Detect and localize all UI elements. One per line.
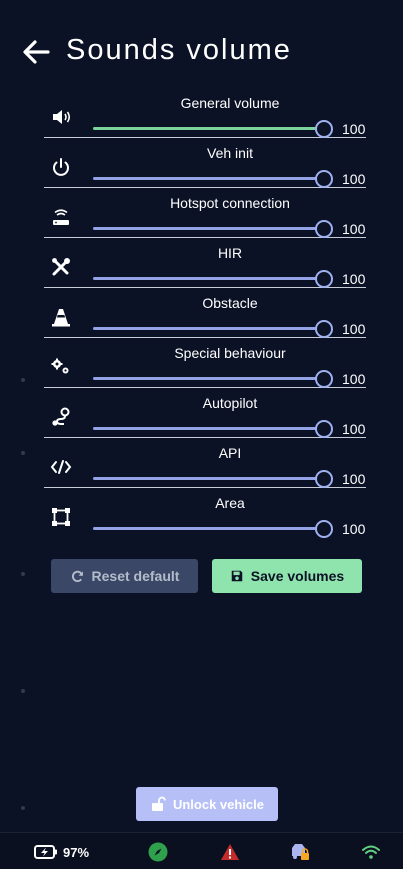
- volume-value: 100: [342, 521, 366, 537]
- unlock-vehicle-label: Unlock vehicle: [172, 796, 265, 812]
- volume-slider-track[interactable]: [93, 377, 324, 380]
- edge-dot: [21, 806, 25, 810]
- warning-icon[interactable]: [220, 842, 240, 862]
- vehicle-locked-icon[interactable]: [289, 842, 311, 862]
- save-volumes-label: Save volumes: [250, 568, 345, 584]
- traffic-cone-icon: [50, 306, 72, 328]
- volume-label: Obstacle: [202, 295, 258, 311]
- volume-value: 100: [342, 271, 366, 287]
- volume-label: Special behaviour: [174, 345, 286, 361]
- area-icon: [50, 506, 72, 528]
- volume-value: 100: [342, 121, 366, 137]
- volume-label: General volume: [180, 95, 280, 111]
- volume-slider-thumb[interactable]: [315, 420, 333, 438]
- volume-slider-thumb[interactable]: [315, 120, 333, 138]
- volume-slider-thumb[interactable]: [315, 520, 333, 538]
- volume-value: 100: [342, 371, 366, 387]
- edge-dot: [21, 378, 25, 382]
- reset-default-button[interactable]: Reset default: [51, 559, 198, 593]
- volume-slider-thumb[interactable]: [315, 270, 333, 288]
- volume-row-general: General volume 100: [44, 88, 366, 138]
- speaker-icon: [50, 106, 72, 128]
- power-icon: [50, 156, 72, 178]
- volume-label: Veh init: [207, 145, 253, 161]
- volume-row-veh-init: Veh init 100: [44, 138, 366, 188]
- volume-slider-thumb[interactable]: [315, 370, 333, 388]
- gears-icon: [50, 356, 72, 378]
- route-icon: [50, 406, 72, 428]
- volume-row-hir: HIR 100: [44, 238, 366, 288]
- volume-row-autopilot: Autopilot 100: [44, 388, 366, 438]
- volume-slider-thumb[interactable]: [315, 220, 333, 238]
- volume-slider-track[interactable]: [93, 427, 324, 430]
- volume-label: API: [218, 445, 242, 461]
- header: Sounds volume: [0, 0, 403, 100]
- edge-dot: [21, 451, 25, 455]
- volume-slider-track[interactable]: [93, 277, 324, 280]
- arrow-left-icon[interactable]: [20, 36, 52, 68]
- volume-list: General volume 100 Veh init 100 Hotspot …: [44, 88, 366, 538]
- unlock-vehicle-button[interactable]: Unlock vehicle: [136, 787, 278, 821]
- volume-row-api: API 100: [44, 438, 366, 488]
- volume-slider-track[interactable]: [93, 477, 324, 480]
- volume-value: 100: [342, 471, 366, 487]
- floppy-disk-icon: [231, 570, 243, 582]
- volume-value: 100: [342, 321, 366, 337]
- volume-slider-track[interactable]: [93, 327, 324, 330]
- page-title: Sounds volume: [66, 34, 292, 66]
- volume-slider-track[interactable]: [93, 227, 324, 230]
- volume-slider-track[interactable]: [93, 527, 324, 530]
- volume-label: Autopilot: [202, 395, 258, 411]
- save-volumes-button[interactable]: Save volumes: [212, 559, 362, 593]
- volume-slider-thumb[interactable]: [315, 470, 333, 488]
- compass-icon[interactable]: [148, 842, 168, 862]
- volume-row-special-behaviour: Special behaviour 100: [44, 338, 366, 388]
- volume-slider-track[interactable]: [93, 177, 324, 180]
- volume-value: 100: [342, 221, 366, 237]
- volume-label: Area: [215, 495, 245, 511]
- volume-row-obstacle: Obstacle 100: [44, 288, 366, 338]
- edge-dot: [21, 689, 25, 693]
- code-icon: [50, 456, 72, 478]
- unlock-icon: [151, 796, 166, 811]
- wifi-icon[interactable]: [361, 842, 381, 862]
- reset-default-label: Reset default: [91, 568, 180, 584]
- battery-status: 97%: [34, 842, 89, 862]
- volume-slider-thumb[interactable]: [315, 170, 333, 188]
- battery-charging-icon: [34, 845, 57, 859]
- edge-dot: [21, 572, 25, 576]
- volume-label: Hotspot connection: [170, 195, 290, 211]
- volume-row-hotspot: Hotspot connection 100: [44, 188, 366, 238]
- volume-value: 100: [342, 171, 366, 187]
- refresh-icon: [71, 570, 83, 582]
- volume-slider-track[interactable]: [93, 127, 324, 130]
- router-icon: [50, 206, 72, 228]
- volume-slider-thumb[interactable]: [315, 320, 333, 338]
- status-bar: 97%: [0, 832, 403, 869]
- volume-value: 100: [342, 421, 366, 437]
- volume-row-area: Area 100: [44, 488, 366, 538]
- battery-percentage: 97%: [63, 844, 90, 860]
- volume-label: HIR: [217, 245, 243, 261]
- tools-icon: [50, 256, 72, 278]
